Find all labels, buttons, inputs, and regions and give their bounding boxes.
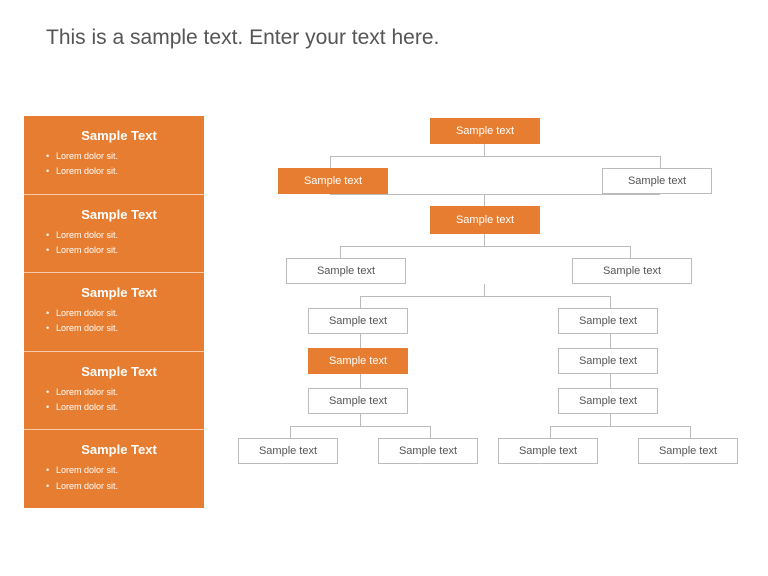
connector xyxy=(610,334,611,348)
connector xyxy=(550,426,551,438)
connector xyxy=(340,246,630,247)
connector xyxy=(484,284,485,296)
node-l8c: Sample text xyxy=(498,438,598,464)
node-l5a: Sample text xyxy=(308,308,408,334)
node-l7b: Sample text xyxy=(558,388,658,414)
node-l7a: Sample text xyxy=(308,388,408,414)
sidebar-item: Sample Text Lorem dolor sit. Lorem dolor… xyxy=(24,194,204,273)
sidebar-item-head: Sample Text xyxy=(46,285,192,300)
node-root: Sample text xyxy=(430,118,540,144)
node-l8b: Sample text xyxy=(378,438,478,464)
connector xyxy=(690,426,691,438)
sidebar-item-head: Sample Text xyxy=(46,442,192,457)
sidebar-bullet: Lorem dolor sit. xyxy=(46,385,192,400)
node-l8d: Sample text xyxy=(638,438,738,464)
node-l5b: Sample text xyxy=(558,308,658,334)
sidebar-bullet: Lorem dolor sit. xyxy=(46,479,192,494)
sidebar-bullet: Lorem dolor sit. xyxy=(46,400,192,415)
sidebar-item: Sample Text Lorem dolor sit. Lorem dolor… xyxy=(24,429,204,508)
connector xyxy=(550,426,690,427)
connector xyxy=(360,296,610,297)
connector xyxy=(330,156,660,157)
sidebar-bullet: Lorem dolor sit. xyxy=(46,306,192,321)
node-l8a: Sample text xyxy=(238,438,338,464)
node-l6b: Sample text xyxy=(558,348,658,374)
connector xyxy=(340,246,341,258)
node-l6a: Sample text xyxy=(308,348,408,374)
connector xyxy=(484,234,485,246)
page-title: This is a sample text. Enter your text h… xyxy=(46,26,439,50)
node-l2a: Sample text xyxy=(278,168,388,194)
connector xyxy=(290,426,291,438)
connector xyxy=(360,414,361,426)
sidebar-bullet: Lorem dolor sit. xyxy=(46,243,192,258)
sidebar-item-head: Sample Text xyxy=(46,364,192,379)
connector xyxy=(330,194,660,195)
connector xyxy=(360,374,361,388)
connector xyxy=(660,156,661,168)
sidebar-item-head: Sample Text xyxy=(46,128,192,143)
sidebar-bullet: Lorem dolor sit. xyxy=(46,463,192,478)
sidebar-bullet: Lorem dolor sit. xyxy=(46,228,192,243)
connector xyxy=(360,296,361,308)
connector xyxy=(484,194,485,206)
sidebar-item: Sample Text Lorem dolor sit. Lorem dolor… xyxy=(24,116,204,194)
sidebar-bullet: Lorem dolor sit. xyxy=(46,164,192,179)
connector xyxy=(630,246,631,258)
node-l4b: Sample text xyxy=(572,258,692,284)
sidebar: Sample Text Lorem dolor sit. Lorem dolor… xyxy=(24,116,204,508)
connector xyxy=(610,296,611,308)
sidebar-item: Sample Text Lorem dolor sit. Lorem dolor… xyxy=(24,272,204,351)
sidebar-item-head: Sample Text xyxy=(46,207,192,222)
connector xyxy=(430,426,431,438)
node-l2b: Sample text xyxy=(602,168,712,194)
connector xyxy=(330,156,331,168)
node-l3: Sample text xyxy=(430,206,540,234)
node-l4a: Sample text xyxy=(286,258,406,284)
connector xyxy=(610,374,611,388)
org-chart: Sample text Sample text Sample text Samp… xyxy=(230,116,750,566)
connector xyxy=(360,334,361,348)
connector xyxy=(610,414,611,426)
sidebar-bullet: Lorem dolor sit. xyxy=(46,149,192,164)
sidebar-bullet: Lorem dolor sit. xyxy=(46,321,192,336)
connector xyxy=(290,426,430,427)
connector xyxy=(484,144,485,156)
sidebar-item: Sample Text Lorem dolor sit. Lorem dolor… xyxy=(24,351,204,430)
